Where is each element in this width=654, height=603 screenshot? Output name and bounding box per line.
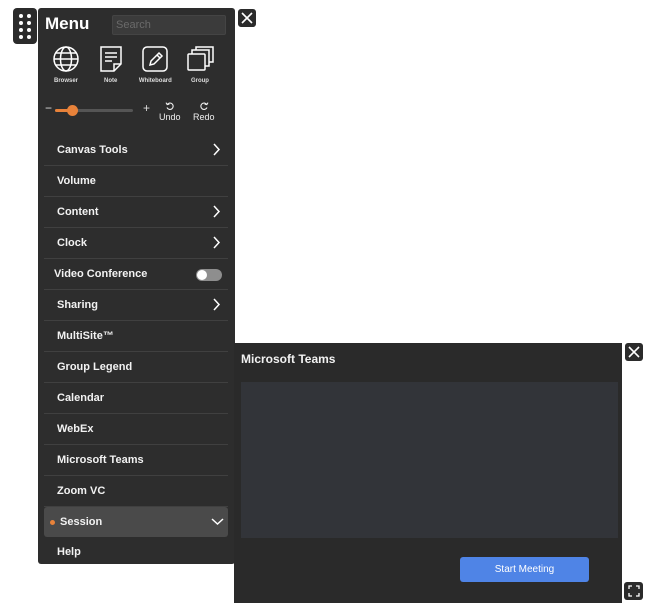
menu-title: Menu: [45, 14, 90, 33]
menu-item-canvas-tools[interactable]: Canvas Tools: [44, 135, 228, 166]
chevron-right-icon: [213, 236, 221, 249]
zoom-slider[interactable]: [55, 105, 133, 116]
teams-resize-button[interactable]: [624, 582, 643, 600]
chevron-right-icon: [213, 143, 221, 156]
menu-item-label: Volume: [57, 175, 96, 187]
zoom-slider-thumb[interactable]: [67, 105, 79, 116]
group-tool-button[interactable]: Group: [182, 44, 218, 84]
menu-close-button[interactable]: [238, 9, 256, 27]
menu-item-microsoft-teams[interactable]: Microsoft Teams: [44, 445, 228, 476]
note-tool-button[interactable]: Note: [93, 44, 129, 84]
menu-item-video-conference[interactable]: Video Conference: [44, 259, 228, 290]
zoom-row: − + Undo Redo: [43, 101, 223, 131]
menu-item-label: Calendar: [57, 392, 105, 404]
menu-item-sharing[interactable]: Sharing: [44, 290, 228, 321]
teams-close-button[interactable]: [625, 343, 643, 361]
search-input[interactable]: [112, 15, 226, 35]
teams-window-title: Microsoft Teams: [241, 352, 336, 366]
menu-item-zoom-vc[interactable]: Zoom VC: [44, 476, 228, 507]
toggle-knob: [197, 270, 207, 280]
menu-panel: Menu Browser Note: [38, 8, 235, 564]
menu-item-label: WebEx: [57, 423, 94, 435]
session-active-dot: [50, 520, 55, 525]
tool-label-browser: Browser: [53, 78, 78, 84]
menu-item-label: Group Legend: [57, 361, 133, 373]
redo-button[interactable]: Redo: [193, 101, 215, 122]
close-icon: [628, 346, 640, 358]
menu-item-webex[interactable]: WebEx: [44, 414, 228, 445]
close-icon: [241, 12, 253, 24]
browser-tool-button[interactable]: Browser: [48, 44, 84, 84]
group-stack-icon: [187, 46, 214, 71]
undo-icon: [165, 102, 174, 110]
whiteboard-tool-button[interactable]: Whiteboard: [137, 44, 173, 84]
redo-icon: [200, 102, 209, 110]
tool-label-whiteboard: Whiteboard: [138, 78, 172, 84]
tool-label-note: Note: [103, 78, 118, 84]
menu-item-label: Help: [57, 546, 81, 558]
menu-item-clock[interactable]: Clock: [44, 228, 228, 259]
microsoft-teams-window: Microsoft Teams Start Meeting: [234, 343, 622, 603]
menu-item-volume[interactable]: Volume: [44, 166, 228, 197]
zoom-out-button[interactable]: −: [45, 101, 52, 115]
tool-label-group: Group: [190, 78, 209, 84]
whiteboard-pencil-icon: [142, 46, 169, 72]
menu-item-label: MultiSite™: [57, 330, 114, 342]
menu-item-label: Canvas Tools: [57, 144, 128, 156]
note-icon: [99, 46, 122, 72]
menu-item-session[interactable]: Session: [44, 507, 228, 537]
menu-item-group-legend[interactable]: Group Legend: [44, 352, 228, 383]
undo-label: Undo: [159, 112, 181, 122]
menu-item-label: Sharing: [57, 299, 98, 311]
menu-item-label: Zoom VC: [57, 485, 106, 497]
menu-item-multisite[interactable]: MultiSite™: [44, 321, 228, 352]
menu-item-label: Video Conference: [54, 268, 148, 280]
menu-item-label: Clock: [57, 237, 87, 249]
zoom-in-button[interactable]: +: [143, 101, 150, 115]
globe-icon: [53, 46, 79, 72]
start-meeting-button[interactable]: Start Meeting: [460, 557, 589, 582]
menu-drag-handle[interactable]: [13, 8, 37, 44]
undo-button[interactable]: Undo: [159, 101, 181, 122]
menu-item-calendar[interactable]: Calendar: [44, 383, 228, 414]
redo-label: Redo: [193, 112, 215, 122]
chevron-right-icon: [213, 298, 221, 311]
menu-item-label: Session: [60, 516, 103, 528]
menu-list: Canvas Tools Volume Content Clock Video …: [44, 135, 228, 567]
tools-row: Browser Note Whiteboard Group: [48, 44, 218, 84]
video-conference-toggle[interactable]: [196, 269, 222, 281]
teams-content-area: [241, 382, 618, 538]
chevron-down-icon: [211, 518, 224, 526]
menu-item-help[interactable]: Help: [44, 537, 228, 567]
resize-icon: [627, 585, 640, 597]
menu-item-content[interactable]: Content: [44, 197, 228, 228]
menu-item-label: Content: [57, 206, 99, 218]
chevron-right-icon: [213, 205, 221, 218]
menu-item-label: Microsoft Teams: [57, 454, 144, 466]
